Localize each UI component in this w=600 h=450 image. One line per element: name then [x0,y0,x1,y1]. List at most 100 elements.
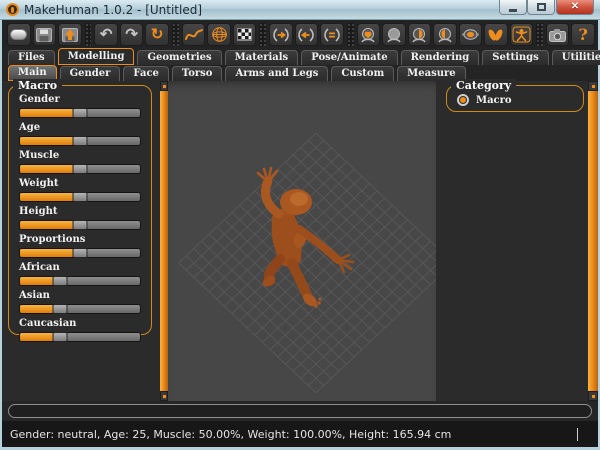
category-macro-option[interactable]: Macro [455,92,575,109]
tab-settings[interactable]: Settings [482,50,549,65]
left-splitter-top-button[interactable] [160,81,168,91]
tab-utilities[interactable]: Utilities [552,50,600,65]
slider-muscle-track[interactable] [19,164,141,174]
side-view-left-button[interactable] [433,23,457,46]
titlebar[interactable]: MakeHuman 1.0.2 - [Untitled] ✕ [0,0,600,20]
new-file-icon [10,29,27,40]
category-group-title: Category [451,79,516,92]
status-bar: Gender: neutral, Age: 25, Muscle: 50.00%… [2,421,598,447]
right-splitter[interactable] [588,81,598,401]
minimize-icon [509,9,517,12]
slider-african-label: African [19,262,141,274]
symmetry-right-button[interactable] [269,23,293,46]
right-splitter-handle[interactable] [588,91,598,391]
slider-gender-handle[interactable] [73,108,88,118]
background-button[interactable] [233,23,257,46]
slider-caucasian-track[interactable] [19,332,141,342]
right-splitter-bottom-button[interactable] [588,391,598,401]
right-panel: Category Macro [436,81,588,401]
help-icon: ? [578,27,587,43]
maximize-button[interactable] [527,0,555,15]
slider-proportions-handle[interactable] [73,248,88,258]
reload-icon: ↻ [151,27,164,42]
left-splitter-handle[interactable] [160,91,168,391]
slider-proportions-track[interactable] [19,248,141,258]
window-title: MakeHuman 1.0.2 - [Untitled] [24,3,202,17]
viewport-3d[interactable] [168,81,436,401]
bottom-view-button[interactable] [484,23,508,46]
left-splitter[interactable] [160,81,168,401]
slider-african: African [19,262,141,286]
slider-weight-label: Weight [19,178,141,190]
status-caret [577,428,578,441]
load-file-icon [61,27,79,43]
slider-age-label: Age [19,122,141,134]
slider-weight-handle[interactable] [73,192,88,202]
grab-screen-button[interactable] [546,23,570,46]
slider-asian-track[interactable] [19,304,141,314]
save-file-button[interactable] [33,23,57,46]
top-view-button[interactable] [459,23,483,46]
top-view-icon [461,27,480,42]
slider-weight-track[interactable] [19,192,141,202]
undo-button[interactable]: ↶ [94,23,118,46]
slider-african-handle[interactable] [52,276,67,286]
content-area: Macro GenderAgeMuscleWeightHeightProport… [2,81,598,401]
back-view-button[interactable] [382,23,406,46]
slider-weight-fill [20,193,80,201]
bottom-view-icon [486,27,505,43]
global-camera-button[interactable] [510,23,534,46]
front-view-button[interactable] [357,23,381,46]
side-view-left-icon [436,27,454,43]
help-button[interactable]: ? [571,23,595,46]
subtab-gender[interactable]: Gender [60,66,121,81]
slider-height-track[interactable] [19,220,141,230]
save-file-icon [35,27,53,43]
slider-gender-fill [20,109,80,117]
global-camera-icon [512,26,531,43]
minimize-button[interactable] [499,0,527,15]
undo-icon: ↶ [100,27,113,42]
tab-files[interactable]: Files [8,50,55,65]
new-file-button[interactable] [7,23,31,46]
grab-screen-icon [548,27,567,43]
symmetry-button[interactable] [320,23,344,46]
main-tab-bar: FilesModellingGeometries MaterialsPose/An… [2,48,598,65]
wireframe-button[interactable] [207,23,231,46]
slider-muscle-label: Muscle [19,150,141,162]
radio-selected-icon[interactable] [457,94,469,106]
left-splitter-bottom-button[interactable] [160,391,168,401]
close-button[interactable]: ✕ [556,0,594,15]
makehuman-app-icon [6,3,19,16]
slider-asian-handle[interactable] [52,304,67,314]
subtab-torso[interactable]: Torso [172,66,223,81]
symmetry-left-icon [296,27,316,43]
subtab-arms-and-legs[interactable]: Arms and Legs [225,66,328,81]
redo-button[interactable]: ↷ [120,23,144,46]
right-splitter-top-button[interactable] [588,81,598,91]
tab-rendering[interactable]: Rendering [401,50,480,65]
slider-height-handle[interactable] [73,220,88,230]
slider-caucasian-handle[interactable] [52,332,67,342]
slider-age-handle[interactable] [73,136,88,146]
toolbar-separator [172,23,179,46]
symmetry-right-icon [271,27,291,43]
slider-age-track[interactable] [19,136,141,146]
tab-pose-animate[interactable]: Pose/Animate [301,50,397,65]
tab-geometries[interactable]: Geometries [137,50,221,65]
tab-modelling[interactable]: Modelling [58,48,135,65]
toolbar: ↶ ↷ ↻? [2,20,598,48]
side-view-right-button[interactable] [408,23,432,46]
subtab-face[interactable]: Face [123,66,168,81]
slider-african-track[interactable] [19,276,141,286]
load-file-button[interactable] [58,23,82,46]
slider-gender-track[interactable] [19,108,141,118]
symmetry-left-button[interactable] [295,23,319,46]
slider-muscle-handle[interactable] [73,164,88,174]
subtab-custom[interactable]: Custom [331,66,394,81]
ground-grid [179,133,436,393]
slider-height-label: Height [19,206,141,218]
tab-materials[interactable]: Materials [225,50,299,65]
smooth-button[interactable] [182,23,206,46]
reload-button[interactable]: ↻ [145,23,169,46]
